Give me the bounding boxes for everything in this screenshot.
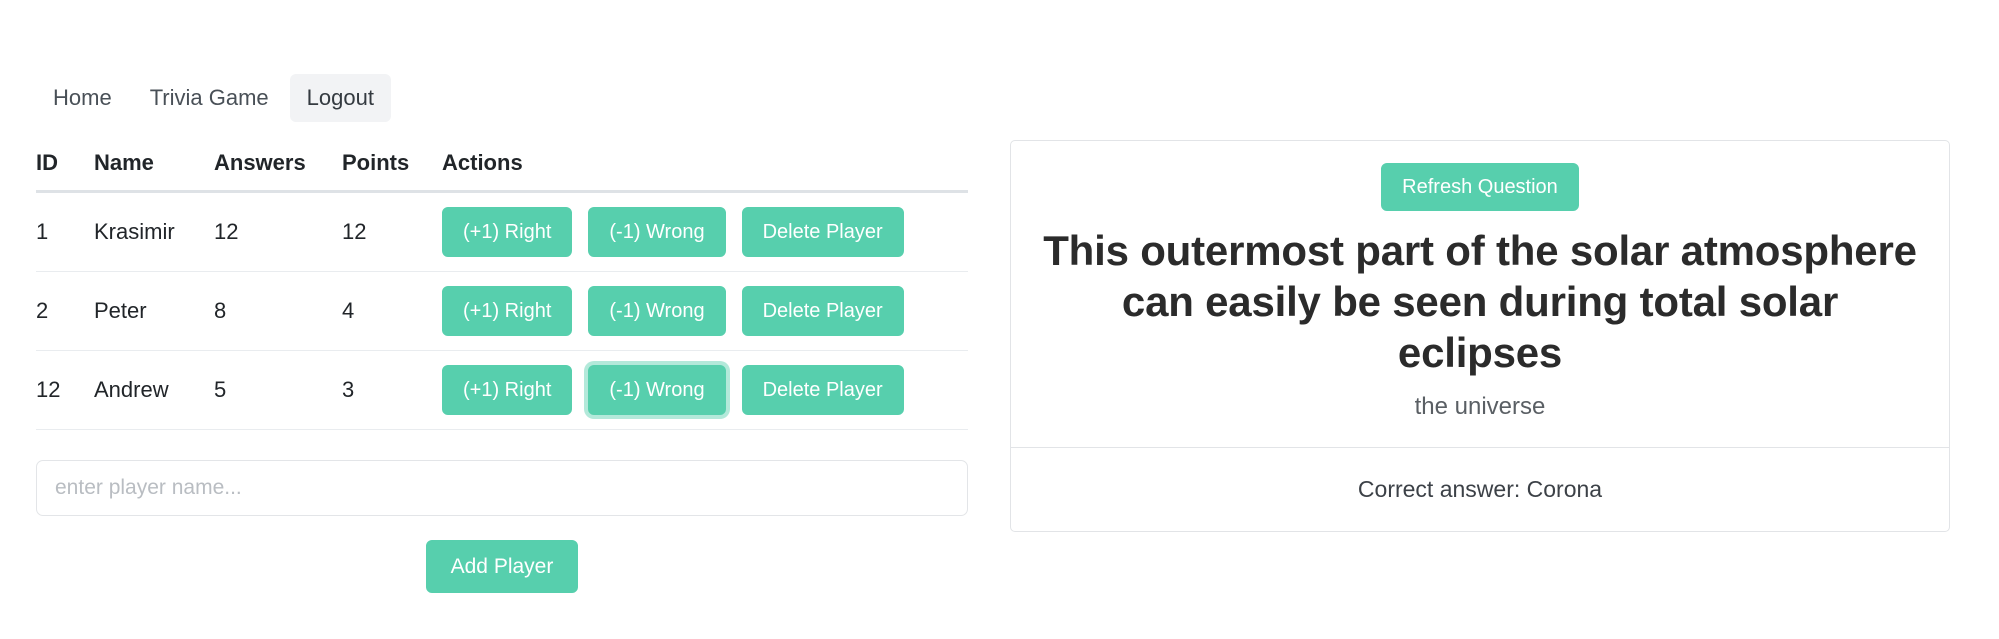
- cell-answers: 12: [214, 191, 342, 272]
- page-root: Home Trivia Game Logout ID Name Answers …: [0, 0, 1999, 639]
- delete-player-button[interactable]: Delete Player: [741, 286, 904, 336]
- cell-points: 4: [342, 271, 442, 351]
- column-header-actions: Actions: [442, 140, 968, 193]
- correct-answer-footer: Correct answer: Corona: [1011, 446, 1949, 531]
- wrong-answer-button[interactable]: (-1) Wrong: [588, 286, 726, 336]
- table-header-row: ID Name Answers Points Actions: [36, 140, 968, 193]
- table-row: 2 Peter 8 4 (+1) Right (-1) Wrong Delete…: [36, 271, 968, 351]
- column-header-answers: Answers: [214, 140, 342, 193]
- nav-item-home[interactable]: Home: [36, 74, 129, 122]
- table-row: 12 Andrew 5 3 (+1) Right (-1) Wrong Dele…: [36, 350, 968, 430]
- cell-id: 12: [36, 350, 94, 430]
- cell-name: Andrew: [94, 350, 214, 430]
- cell-answers: 5: [214, 350, 342, 430]
- cell-name: Krasimir: [94, 191, 214, 272]
- refresh-question-button[interactable]: Refresh Question: [1381, 163, 1579, 211]
- wrong-answer-button[interactable]: (-1) Wrong: [588, 207, 726, 257]
- players-panel: ID Name Answers Points Actions 1 Krasimi…: [36, 140, 968, 593]
- players-table: ID Name Answers Points Actions 1 Krasimi…: [36, 140, 968, 430]
- cell-actions: (+1) Right (-1) Wrong Delete Player: [442, 191, 968, 272]
- cell-points: 3: [342, 350, 442, 430]
- main-navigation: Home Trivia Game Logout: [36, 74, 391, 122]
- right-answer-button[interactable]: (+1) Right: [442, 365, 573, 415]
- cell-id: 1: [36, 191, 94, 272]
- actions-group: (+1) Right (-1) Wrong Delete Player: [442, 286, 968, 336]
- add-player-row: Add Player: [36, 540, 968, 593]
- nav-item-logout[interactable]: Logout: [289, 74, 391, 122]
- add-player-button[interactable]: Add Player: [425, 540, 579, 593]
- player-name-input[interactable]: [36, 460, 968, 516]
- cell-name: Peter: [94, 271, 214, 351]
- question-card: Refresh Question This outermost part of …: [1010, 140, 1950, 532]
- delete-player-button[interactable]: Delete Player: [741, 365, 904, 415]
- question-text: This outermost part of the solar atmosph…: [1043, 227, 1917, 377]
- cell-points: 12: [342, 191, 442, 272]
- question-category: the universe: [1414, 392, 1546, 420]
- players-table-head: ID Name Answers Points Actions: [36, 140, 968, 193]
- cell-actions: (+1) Right (-1) Wrong Delete Player: [442, 271, 968, 351]
- cell-answers: 8: [214, 271, 342, 351]
- table-row: 1 Krasimir 12 12 (+1) Right (-1) Wrong D…: [36, 191, 968, 272]
- cell-actions: (+1) Right (-1) Wrong Delete Player: [442, 350, 968, 430]
- nav-item-trivia-game[interactable]: Trivia Game: [133, 74, 286, 122]
- wrong-answer-button[interactable]: (-1) Wrong: [588, 365, 726, 415]
- column-header-name: Name: [94, 140, 214, 193]
- actions-group: (+1) Right (-1) Wrong Delete Player: [442, 207, 968, 257]
- right-answer-button[interactable]: (+1) Right: [442, 286, 573, 336]
- actions-group: (+1) Right (-1) Wrong Delete Player: [442, 365, 968, 415]
- right-answer-button[interactable]: (+1) Right: [442, 207, 573, 257]
- delete-player-button[interactable]: Delete Player: [741, 207, 904, 257]
- cell-id: 2: [36, 271, 94, 351]
- question-card-body: Refresh Question This outermost part of …: [1011, 141, 1949, 447]
- column-header-id: ID: [36, 140, 94, 193]
- column-header-points: Points: [342, 140, 442, 193]
- players-table-body: 1 Krasimir 12 12 (+1) Right (-1) Wrong D…: [36, 191, 968, 430]
